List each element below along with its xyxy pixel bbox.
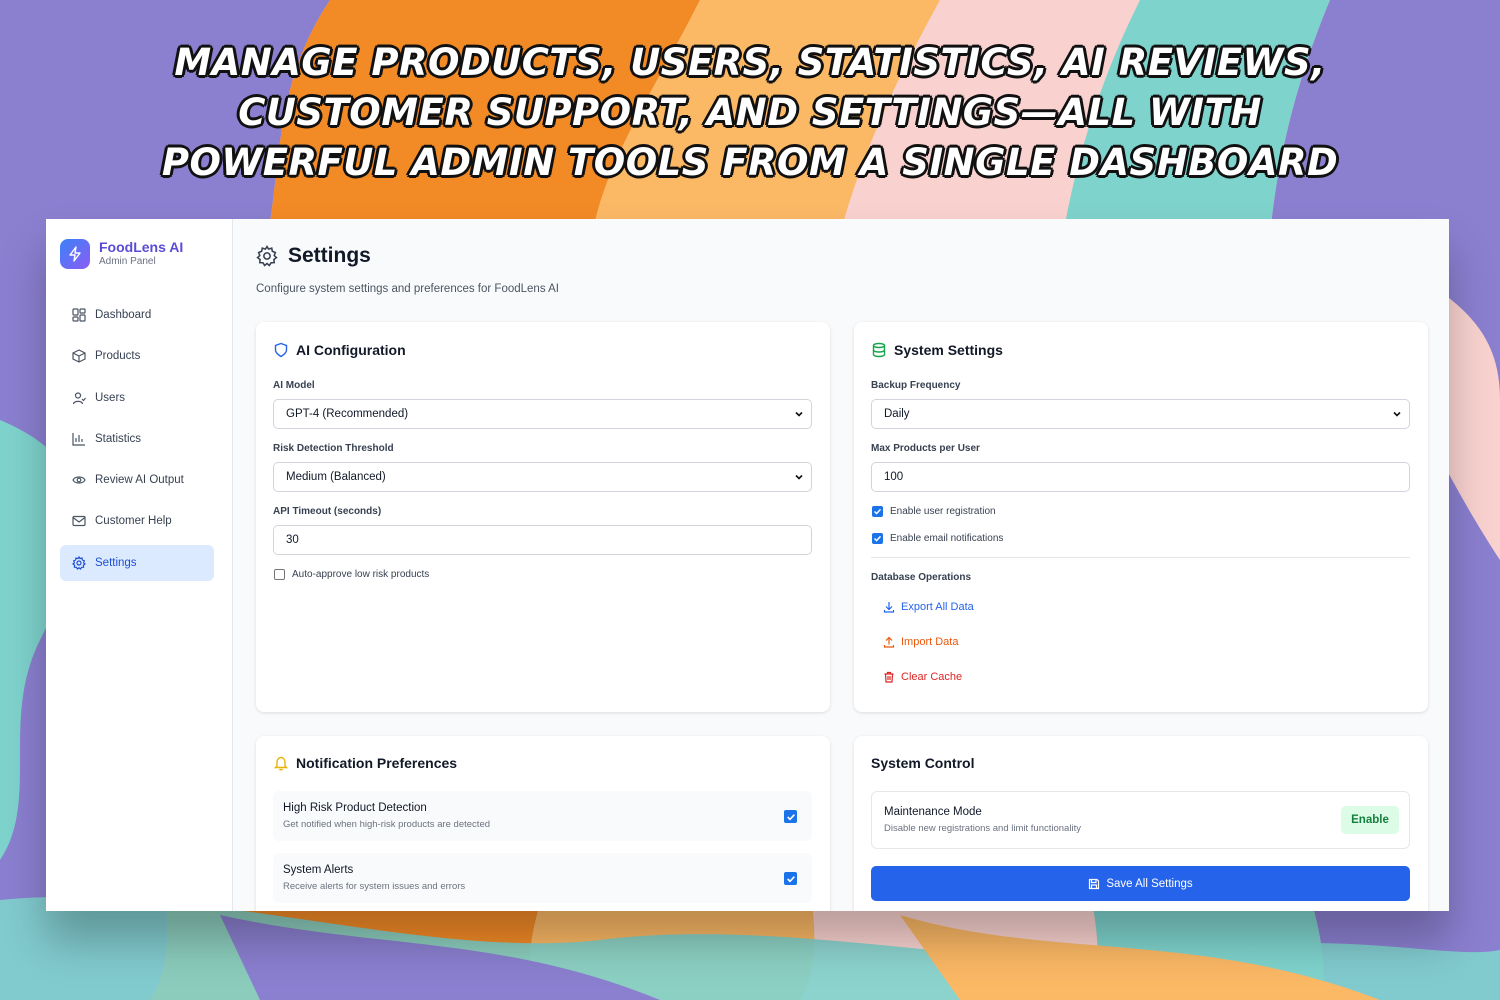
divider — [871, 557, 1410, 558]
bell-icon — [273, 756, 289, 771]
card-title: System Control — [871, 755, 975, 771]
chevron-down-icon — [1393, 411, 1401, 417]
bar-chart-icon — [72, 432, 85, 446]
maintenance-mode-title: Maintenance Mode — [884, 806, 982, 818]
trash-icon — [884, 671, 894, 683]
sidebar-item-statistics[interactable]: Statistics — [60, 421, 214, 457]
download-icon — [883, 602, 895, 613]
user-registration-label: Enable user registration — [890, 506, 996, 517]
user-registration-checkbox[interactable]: Enable user registration — [872, 506, 996, 517]
save-all-settings-label: Save All Settings — [1106, 877, 1193, 890]
sidebar-item-label: Customer Help — [95, 515, 172, 528]
notification-description: Get notified when high-risk products are… — [283, 819, 491, 830]
main-content: Settings Configure system settings and p… — [233, 219, 1449, 911]
brand-name: FoodLens AI — [99, 239, 184, 255]
users-icon — [72, 391, 86, 404]
enable-maintenance-button[interactable]: Enable — [1341, 806, 1399, 834]
checkbox-unchecked[interactable] — [274, 569, 285, 580]
sidebar-nav: Dashboard Products Users Statistics Revi… — [60, 297, 214, 586]
card-title: Notification Preferences — [296, 755, 458, 771]
notification-title: High Risk Product Detection — [283, 802, 427, 814]
sidebar-item-dashboard[interactable]: Dashboard — [60, 297, 214, 333]
risk-threshold-label: Risk Detection Threshold — [273, 443, 394, 454]
save-icon — [1089, 878, 1100, 889]
card-title: System Settings — [894, 342, 1003, 358]
page-title: Settings — [288, 244, 371, 267]
notification-description: Receive alerts for system issues and err… — [283, 881, 466, 892]
system-settings-card: System Settings Backup Frequency Daily M… — [854, 322, 1428, 712]
clear-cache-label: Clear Cache — [901, 671, 963, 683]
database-operations-label: Database Operations — [871, 572, 972, 583]
risk-threshold-value: Medium (Balanced) — [286, 471, 386, 483]
backup-frequency-select[interactable]: Daily — [871, 399, 1410, 429]
ai-model-label: AI Model — [273, 380, 315, 391]
sidebar-item-label: Statistics — [95, 432, 142, 445]
email-notifications-checkbox[interactable]: Enable email notifications — [872, 533, 1003, 544]
brand-subtitle: Admin Panel — [99, 256, 156, 267]
max-products-value: 100 — [884, 471, 904, 483]
gear-icon — [72, 555, 86, 570]
ai-model-select[interactable]: GPT-4 (Recommended) — [273, 399, 812, 429]
checkbox-checked[interactable] — [784, 872, 797, 885]
maintenance-mode-description: Disable new registrations and limit func… — [884, 823, 1081, 834]
gear-icon — [256, 245, 278, 267]
sidebar-item-users[interactable]: Users — [60, 380, 214, 416]
risk-threshold-select[interactable]: Medium (Balanced) — [273, 462, 812, 492]
sidebar: FoodLens AI Admin Panel Dashboard Produc… — [46, 219, 233, 911]
api-timeout-input[interactable]: 30 — [273, 525, 812, 555]
sidebar-item-label: Users — [95, 391, 126, 404]
app-window: FoodLens AI Admin Panel Dashboard Produc… — [46, 219, 1449, 911]
backup-frequency-label: Backup Frequency — [871, 380, 961, 391]
api-timeout-label: API Timeout (seconds) — [273, 506, 382, 517]
notification-title: System Alerts — [283, 864, 354, 876]
eye-icon — [72, 476, 86, 484]
sidebar-item-label: Dashboard — [95, 309, 152, 321]
import-data-label: Import Data — [901, 636, 959, 648]
sidebar-item-settings[interactable]: Settings — [60, 544, 214, 581]
shield-icon — [274, 342, 288, 358]
card-title: AI Configuration — [296, 342, 406, 358]
sidebar-item-label: Products — [95, 350, 141, 363]
max-products-input[interactable]: 100 — [871, 462, 1410, 492]
backup-frequency-value: Daily — [884, 408, 910, 420]
sidebar-item-label: Settings — [95, 556, 137, 569]
system-control-card: System Control Maintenance Mode Disable … — [854, 736, 1428, 911]
import-data-button[interactable]: Import Data — [883, 636, 958, 648]
save-all-settings-button[interactable]: Save All Settings — [871, 866, 1410, 901]
checkbox-checked[interactable] — [872, 533, 883, 544]
export-data-button[interactable]: Export All Data — [883, 601, 974, 613]
database-icon — [872, 342, 886, 358]
sidebar-item-label: Review AI Output — [95, 474, 184, 487]
page-subtitle: Configure system settings and preference… — [256, 283, 559, 295]
sidebar-item-products[interactable]: Products — [60, 338, 214, 374]
notification-preferences-card: Notification Preferences High Risk Produ… — [256, 736, 830, 911]
export-data-label: Export All Data — [901, 601, 974, 613]
upload-icon — [883, 636, 895, 648]
clear-cache-button[interactable]: Clear Cache — [883, 671, 962, 683]
mail-icon — [72, 516, 86, 527]
chevron-down-icon — [795, 411, 803, 417]
dashboard-icon — [72, 308, 86, 322]
sidebar-item-review-ai-output[interactable]: Review AI Output — [60, 462, 214, 498]
box-icon — [72, 349, 86, 363]
checkbox-checked[interactable] — [784, 810, 797, 823]
notification-row-system-alerts: System Alerts Receive alerts for system … — [273, 853, 812, 903]
sidebar-item-customer-help[interactable]: Customer Help — [60, 503, 214, 539]
headline: Manage products, users, statistics, AI r… — [161, 41, 1339, 184]
ai-model-value: GPT-4 (Recommended) — [286, 408, 409, 420]
email-notifications-label: Enable email notifications — [890, 533, 1004, 544]
auto-approve-checkbox[interactable]: Auto-approve low risk products — [274, 569, 429, 580]
maintenance-mode-row: Maintenance Mode Disable new registratio… — [871, 791, 1410, 849]
brand: FoodLens AI Admin Panel — [60, 239, 183, 269]
api-timeout-value: 30 — [286, 534, 299, 546]
notification-row-high-risk: High Risk Product Detection Get notified… — [273, 791, 812, 841]
ai-configuration-card: AI Configuration AI Model GPT-4 (Recomme… — [256, 322, 830, 712]
auto-approve-label: Auto-approve low risk products — [292, 569, 430, 580]
chevron-down-icon — [795, 474, 803, 480]
max-products-label: Max Products per User — [871, 443, 980, 454]
checkbox-checked[interactable] — [872, 506, 883, 517]
lightning-logo-icon — [60, 239, 90, 269]
